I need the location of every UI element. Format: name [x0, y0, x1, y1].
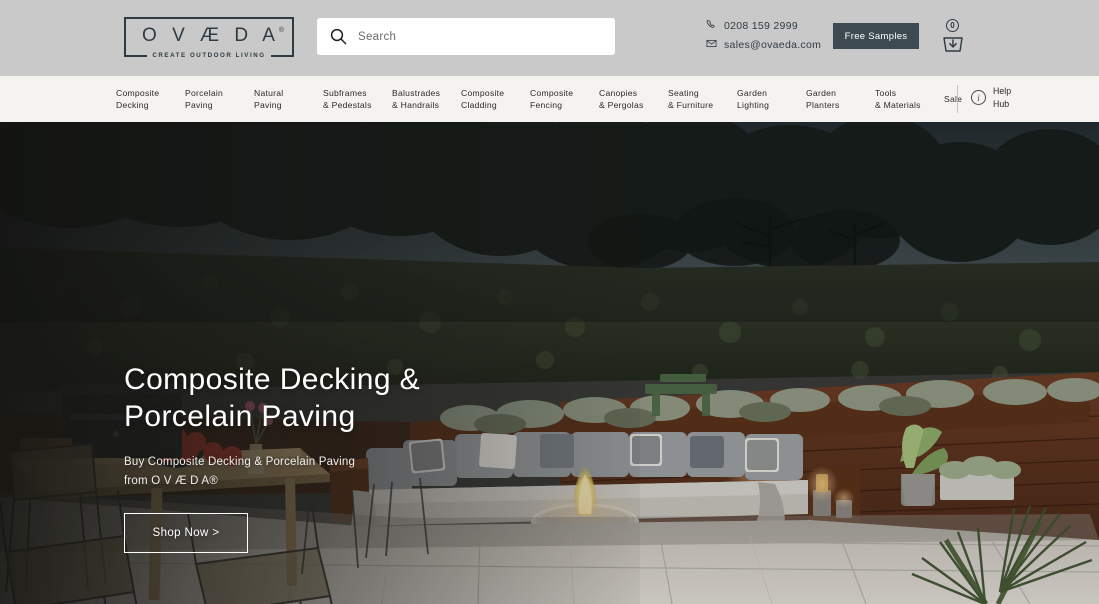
search-icon [330, 28, 347, 45]
cart-button[interactable]: 0 [938, 19, 970, 55]
nav-label-line2: Planters [806, 100, 840, 110]
nav-label-line1: Garden [806, 87, 837, 98]
nav-label-line1: Tools [875, 87, 897, 98]
info-icon: i [971, 90, 986, 106]
main-navigation: Composite Decking Porcelain Paving Natur… [0, 76, 1099, 122]
nav-label-line2: Decking [116, 100, 149, 110]
nav-label-line1: Garden [737, 87, 768, 98]
nav-item-seating-furniture[interactable]: Seating & Furniture [668, 87, 737, 112]
help-hub-link[interactable]: i Help Hub [971, 85, 1011, 111]
phone-row[interactable]: 0208 159 2999 [706, 19, 821, 33]
nav-item-composite-cladding[interactable]: Composite Cladding [461, 87, 530, 112]
nav-item-porcelain-paving[interactable]: Porcelain Paving [185, 87, 254, 112]
nav-label-line1: Subframes [323, 87, 367, 98]
nav-label-line2: & Furniture [668, 100, 714, 110]
nav-label-line2: Paving [254, 100, 282, 110]
nav-label-line1: Balustrades [392, 87, 441, 98]
hero-content: Composite Decking & Porcelain Paving Buy… [124, 362, 604, 554]
hero-subtitle-line1: Buy Composite Decking & Porcelain Paving [124, 456, 356, 469]
nav-label-line1: Sale [944, 93, 963, 104]
nav-item-tools-materials[interactable]: Tools & Materials [875, 87, 944, 112]
phone-number: 0208 159 2999 [724, 20, 798, 32]
search-input[interactable] [358, 21, 588, 52]
nav-label-line2: Fencing [530, 100, 563, 110]
shop-now-button[interactable]: Shop Now > [124, 513, 248, 554]
email-row[interactable]: sales@ovaeda.com [706, 38, 821, 52]
nav-label-line1: Composite [116, 87, 160, 98]
cart-icon [940, 29, 966, 59]
search-bar[interactable] [317, 18, 615, 55]
nav-item-composite-decking[interactable]: Composite Decking [116, 87, 185, 112]
nav-label-line2: & Pedestals [323, 100, 372, 110]
nav-item-natural-paving[interactable]: Natural Paving [254, 87, 323, 112]
nav-items-list: Composite Decking Porcelain Paving Natur… [116, 87, 1013, 112]
nav-label-line2: & Handrails [392, 100, 440, 110]
nav-divider [957, 85, 958, 113]
hero-banner: Composite Decking & Porcelain Paving Buy… [0, 122, 1099, 604]
nav-item-garden-planters[interactable]: Garden Planters [806, 87, 875, 112]
hero-subtitle: Buy Composite Decking & Porcelain Paving… [124, 453, 604, 491]
nav-label-line1: Composite [530, 87, 574, 98]
envelope-icon [706, 38, 717, 52]
hero-title-line1: Composite Decking & [124, 363, 421, 396]
nav-label-line1: Porcelain [185, 87, 224, 98]
nav-item-balustrades-handrails[interactable]: Balustrades & Handrails [392, 87, 461, 112]
page-root: O V Æ D A ® CREATE OUTDOOR LIVING 020 [0, 0, 1099, 604]
hero-title-line2: Porcelain Paving [124, 399, 356, 433]
hero-title: Composite Decking & Porcelain Paving [124, 362, 604, 435]
help-hub-label: Help Hub [993, 85, 1011, 111]
header-contact-info: 0208 159 2999 sales@ovaeda.com [706, 19, 821, 52]
nav-item-canopies-pergolas[interactable]: Canopies & Pergolas [599, 87, 668, 112]
nav-label-line2: Paving [185, 100, 213, 110]
logo-registered-mark: ® [278, 27, 284, 34]
site-logo[interactable]: O V Æ D A ® CREATE OUTDOOR LIVING [124, 17, 294, 59]
nav-label-line1: Composite [461, 87, 505, 98]
nav-label-line2: & Pergolas [599, 100, 644, 110]
nav-label-line2: Lighting [737, 100, 770, 110]
nav-label-line1: Seating [668, 87, 699, 98]
help-label-line2: Hub [993, 98, 1010, 109]
logo-tagline-wrap: CREATE OUTDOOR LIVING [126, 44, 292, 62]
nav-item-subframes-pedestals[interactable]: Subframes & Pedestals [323, 87, 392, 112]
nav-item-composite-fencing[interactable]: Composite Fencing [530, 87, 599, 112]
help-label-line1: Help [993, 86, 1012, 96]
nav-item-garden-lighting[interactable]: Garden Lighting [737, 87, 806, 112]
nav-label-line2: & Materials [875, 100, 921, 110]
nav-label-line2: Cladding [461, 100, 497, 110]
site-header: O V Æ D A ® CREATE OUTDOOR LIVING 020 [0, 0, 1099, 76]
hero-subtitle-line2: from O V Æ D A® [124, 475, 218, 488]
logo-tagline: CREATE OUTDOOR LIVING [147, 52, 271, 59]
logo-wordmark: O V Æ D A [142, 24, 280, 46]
nav-label-line1: Natural [254, 87, 284, 98]
nav-label-line1: Canopies [599, 87, 638, 98]
free-samples-button[interactable]: Free Samples [833, 23, 919, 49]
phone-icon [706, 19, 717, 33]
email-address: sales@ovaeda.com [724, 39, 822, 51]
